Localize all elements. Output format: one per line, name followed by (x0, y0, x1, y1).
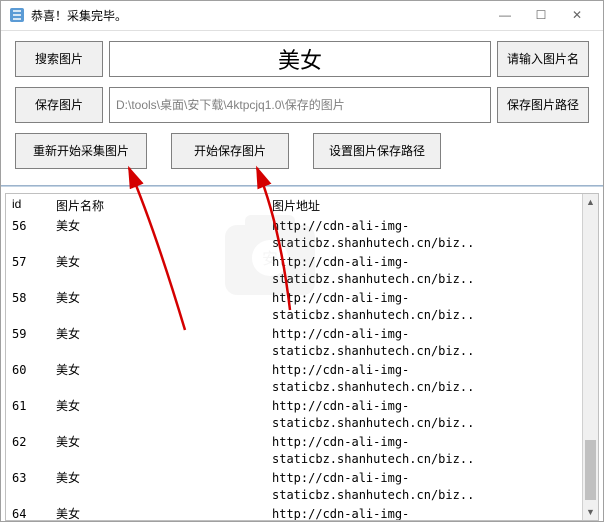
save-image-button[interactable]: 保存图片 (15, 87, 103, 123)
cell-name: 美女 (56, 326, 272, 360)
table-body[interactable]: 56美女http://cdn-ali-img-staticbz.shanhute… (6, 217, 598, 521)
table-header: id 图片名称 图片地址 (6, 194, 598, 217)
table-row[interactable]: 64美女http://cdn-ali-img-staticbz.shanhute… (6, 505, 598, 521)
titlebar[interactable]: 恭喜！采集完毕。 — ☐ ✕ (1, 1, 603, 31)
result-table: id 图片名称 图片地址 56美女http://cdn-ali-img-stat… (5, 193, 599, 521)
cell-url: http://cdn-ali-img-staticbz.shanhutech.c… (272, 362, 592, 396)
save-path-label[interactable]: 保存图片路径 (497, 87, 589, 123)
cell-id: 59 (12, 326, 56, 360)
maximize-button[interactable]: ☐ (523, 2, 559, 28)
table-row[interactable]: 61美女http://cdn-ali-img-staticbz.shanhute… (6, 397, 598, 433)
window-title: 恭喜！采集完毕。 (31, 7, 487, 24)
divider (1, 185, 603, 187)
table-row[interactable]: 62美女http://cdn-ali-img-staticbz.shanhute… (6, 433, 598, 469)
cell-id: 56 (12, 218, 56, 252)
app-icon (9, 7, 25, 23)
cell-name: 美女 (56, 506, 272, 521)
cell-id: 60 (12, 362, 56, 396)
close-button[interactable]: ✕ (559, 2, 595, 28)
cell-id: 64 (12, 506, 56, 521)
cell-id: 62 (12, 434, 56, 468)
cell-name: 美女 (56, 398, 272, 432)
cell-name: 美女 (56, 434, 272, 468)
cell-url: http://cdn-ali-img-staticbz.shanhutech.c… (272, 398, 592, 432)
cell-name: 美女 (56, 362, 272, 396)
table-row[interactable]: 63美女http://cdn-ali-img-staticbz.shanhute… (6, 469, 598, 505)
search-button[interactable]: 搜索图片 (15, 41, 103, 77)
cell-id: 61 (12, 398, 56, 432)
scroll-up-icon[interactable]: ▲ (583, 194, 598, 210)
search-placeholder-label[interactable]: 请输入图片名 (497, 41, 589, 77)
cell-url: http://cdn-ali-img-staticbz.shanhutech.c… (272, 326, 592, 360)
header-name: 图片名称 (56, 197, 272, 214)
cell-name: 美女 (56, 254, 272, 288)
table-row[interactable]: 57美女http://cdn-ali-img-staticbz.shanhute… (6, 253, 598, 289)
scroll-down-icon[interactable]: ▼ (583, 504, 598, 520)
cell-id: 63 (12, 470, 56, 504)
cell-url: http://cdn-ali-img-staticbz.shanhutech.c… (272, 218, 592, 252)
table-row[interactable]: 58美女http://cdn-ali-img-staticbz.shanhute… (6, 289, 598, 325)
cell-url: http://cdn-ali-img-staticbz.shanhutech.c… (272, 434, 592, 468)
cell-name: 美女 (56, 290, 272, 324)
cell-id: 58 (12, 290, 56, 324)
scrollbar[interactable]: ▲ ▼ (582, 194, 598, 520)
set-save-path-button[interactable]: 设置图片保存路径 (313, 133, 441, 169)
header-url: 图片地址 (272, 197, 592, 214)
app-window: 恭喜！采集完毕。 — ☐ ✕ 搜索图片 请输入图片名 保存图片 保存图片路径 重… (0, 0, 604, 522)
scroll-thumb[interactable] (585, 440, 596, 500)
minimize-button[interactable]: — (487, 2, 523, 28)
restart-collect-button[interactable]: 重新开始采集图片 (15, 133, 147, 169)
cell-name: 美女 (56, 470, 272, 504)
save-path-input[interactable] (109, 87, 491, 123)
table-row[interactable]: 59美女http://cdn-ali-img-staticbz.shanhute… (6, 325, 598, 361)
start-save-button[interactable]: 开始保存图片 (171, 133, 289, 169)
cell-url: http://cdn-ali-img-staticbz.shanhutech.c… (272, 290, 592, 324)
table-row[interactable]: 56美女http://cdn-ali-img-staticbz.shanhute… (6, 217, 598, 253)
cell-url: http://cdn-ali-img-staticbz.shanhutech.c… (272, 254, 592, 288)
cell-name: 美女 (56, 218, 272, 252)
cell-url: http://cdn-ali-img-staticbz.shanhutech.c… (272, 470, 592, 504)
cell-url: http://cdn-ali-img-staticbz.shanhutech.c… (272, 506, 592, 521)
search-input[interactable] (109, 41, 491, 77)
table-row[interactable]: 60美女http://cdn-ali-img-staticbz.shanhute… (6, 361, 598, 397)
cell-id: 57 (12, 254, 56, 288)
header-id: id (12, 197, 56, 214)
